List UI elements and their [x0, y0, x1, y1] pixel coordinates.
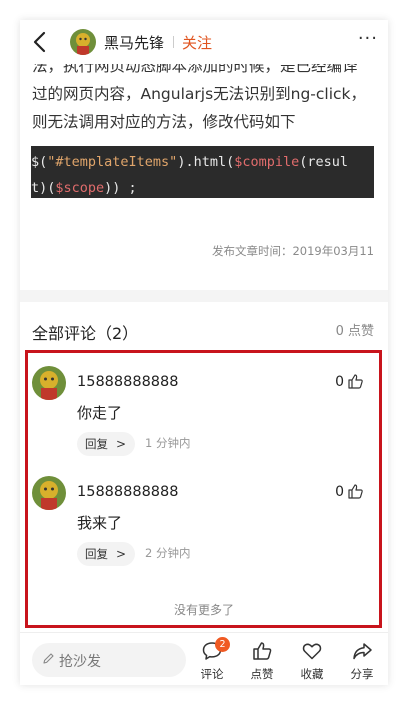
comment-label: 评论 — [200, 667, 224, 681]
commenter-avatar[interactable] — [32, 366, 66, 400]
reply-button[interactable]: 回复 > — [77, 432, 135, 456]
code-string: "#templateItems" — [47, 154, 178, 170]
comment-count-badge: 2 — [215, 637, 230, 652]
commenter-avatar[interactable] — [32, 476, 66, 510]
pencil-icon — [43, 653, 54, 664]
share-label: 分享 — [350, 667, 374, 681]
code-token: $( — [31, 154, 48, 170]
thumbs-up-icon — [253, 642, 272, 660]
code-block: $("#templateItems").html($compile(resul … — [31, 146, 374, 198]
article-line: 过的网页内容，Angularjs无法识别到ng-click， — [32, 85, 367, 103]
divider — [173, 36, 174, 48]
favorite-label: 收藏 — [300, 667, 324, 681]
heart-icon — [302, 643, 322, 660]
commenter-name[interactable]: 15888888888 — [77, 374, 178, 390]
like-label: 点赞 — [250, 667, 274, 681]
code-line: t)($scope)) ; — [31, 175, 374, 201]
chevron-right-icon: > — [115, 547, 126, 561]
author-avatar[interactable] — [70, 29, 96, 55]
comments-title: 全部评论（2） — [32, 324, 139, 343]
code-token: t)( — [31, 180, 56, 196]
comment-action[interactable]: 2 评论 — [192, 637, 232, 682]
reply-button[interactable]: 回复 > — [77, 542, 135, 566]
reply-label: 回复 — [85, 547, 108, 561]
back-arrow-icon[interactable] — [30, 30, 52, 54]
favorite-action[interactable]: 收藏 — [292, 640, 332, 682]
comment-input[interactable]: 抢沙发 — [32, 643, 186, 677]
comment-like-count: 0 — [335, 484, 344, 500]
follow-button[interactable]: 关注 — [182, 32, 212, 53]
total-likes: 0 点赞 — [335, 324, 374, 339]
bottom-action-bar: 抢沙发 2 评论 点赞 收藏 分享 — [20, 632, 388, 685]
comment-text: 我来了 — [77, 514, 123, 532]
section-divider — [20, 290, 388, 302]
like-action[interactable]: 点赞 — [242, 640, 282, 682]
no-more-text: 没有更多了 — [173, 603, 234, 617]
comment-text: 你走了 — [77, 404, 123, 422]
code-token: )) ; — [104, 180, 137, 196]
publish-date: 发布文章时间：2019年03月11 — [211, 244, 374, 258]
thumbs-up-icon[interactable] — [347, 373, 364, 390]
comment-like-count: 0 — [335, 374, 344, 390]
code-token: ).html( — [177, 154, 235, 170]
code-variable: $scope — [55, 180, 105, 196]
article-line: 则无法调用对应的方法，修改代码如下 — [32, 113, 296, 131]
code-token: (resul — [299, 154, 349, 170]
more-options-icon[interactable]: ··· — [358, 28, 378, 49]
code-line: $("#templateItems").html($compile(resul — [31, 149, 374, 175]
code-variable: $compile — [234, 154, 300, 170]
share-arrow-icon — [353, 643, 372, 660]
thumbs-up-icon[interactable] — [347, 483, 364, 500]
chevron-right-icon: > — [115, 437, 126, 451]
commenter-name[interactable]: 15888888888 — [77, 484, 178, 500]
comment-time: 2 分钟内 — [145, 546, 191, 560]
article-detail-screen: 法，执行网页动态脚本添加的时候，是已经编译 过的网页内容，Angularjs无法… — [20, 20, 388, 685]
comment-input-placeholder: 抢沙发 — [59, 654, 101, 670]
author-name[interactable]: 黑马先锋 — [104, 32, 164, 53]
article-body: 法，执行网页动态脚本添加的时候，是已经编译 过的网页内容，Angularjs无法… — [32, 57, 380, 136]
share-action[interactable]: 分享 — [342, 640, 382, 682]
reply-label: 回复 — [85, 437, 108, 451]
top-nav-bar: 黑马先锋 关注 ··· — [20, 20, 388, 64]
comment-time: 1 分钟内 — [145, 436, 191, 450]
